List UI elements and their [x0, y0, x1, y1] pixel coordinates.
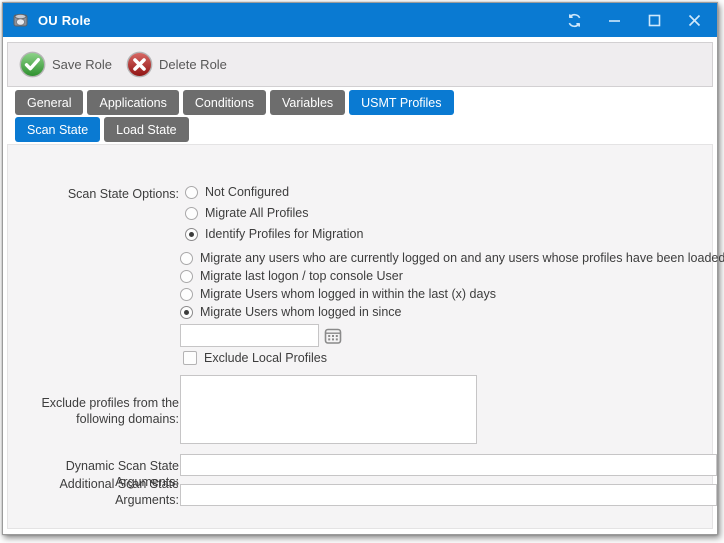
exclude-local-profiles-checkbox[interactable]: Exclude Local Profiles — [183, 349, 327, 367]
tab-scan-state[interactable]: Scan State — [15, 117, 100, 142]
save-role-button[interactable]: Save Role — [19, 51, 112, 78]
tab-usmt-profiles[interactable]: USMT Profiles — [349, 90, 453, 115]
delete-role-label: Delete Role — [159, 57, 227, 72]
ou-role-dialog: OU Role — [2, 2, 718, 535]
dynamic-scan-state-arguments-input[interactable] — [180, 454, 717, 476]
delete-role-button[interactable]: Delete Role — [126, 51, 227, 78]
close-icon[interactable] — [683, 9, 705, 31]
server-icon — [12, 11, 30, 29]
radio-icon — [185, 228, 198, 241]
tab-applications[interactable]: Applications — [87, 90, 178, 115]
scan-state-options-label: Scan State Options: — [16, 186, 179, 202]
minimize-icon[interactable] — [603, 9, 625, 31]
refresh-icon[interactable] — [563, 9, 585, 31]
tab-load-state[interactable]: Load State — [104, 117, 188, 142]
radio-icon — [185, 207, 198, 220]
logged-in-since-date-input[interactable] — [180, 324, 319, 347]
calendar-icon[interactable] — [323, 326, 342, 345]
toolbar: Save Role Delete Role — [7, 42, 713, 87]
save-role-label: Save Role — [52, 57, 112, 72]
window-title: OU Role — [38, 13, 91, 28]
checkbox-icon — [183, 351, 197, 365]
tab-conditions[interactable]: Conditions — [183, 90, 266, 115]
radio-identify-profiles[interactable]: Identify Profiles for Migration — [185, 225, 363, 243]
radio-migrate-last-x-days[interactable]: Migrate Users whom logged in within the … — [180, 285, 496, 303]
radio-migrate-logged-on-users[interactable]: Migrate any users who are currently logg… — [180, 249, 724, 267]
tab-general[interactable]: General — [15, 90, 83, 115]
radio-icon — [180, 306, 193, 319]
usmt-subtabs: Scan State Load State — [15, 117, 189, 142]
cross-circle-icon — [126, 51, 153, 78]
exclude-domains-textarea[interactable] — [180, 375, 477, 444]
additional-args-label: Additional Scan State Arguments: — [16, 476, 179, 508]
radio-migrate-since[interactable]: Migrate Users whom logged in since — [180, 303, 401, 321]
check-circle-icon — [19, 51, 46, 78]
radio-icon — [185, 186, 198, 199]
radio-icon — [180, 252, 193, 265]
maximize-icon[interactable] — [643, 9, 665, 31]
additional-scan-state-arguments-input[interactable] — [180, 484, 717, 506]
main-tabs: General Applications Conditions Variable… — [15, 90, 454, 115]
exclude-domains-label: Exclude profiles from the following doma… — [16, 395, 179, 427]
titlebar: OU Role — [3, 3, 717, 37]
radio-icon — [180, 270, 193, 283]
radio-migrate-all-profiles[interactable]: Migrate All Profiles — [185, 204, 309, 222]
radio-migrate-last-logon[interactable]: Migrate last logon / top console User — [180, 267, 403, 285]
tab-variables[interactable]: Variables — [270, 90, 345, 115]
radio-icon — [180, 288, 193, 301]
scan-state-panel: Scan State Options: Not Configured Migra… — [7, 144, 713, 529]
radio-not-configured[interactable]: Not Configured — [185, 183, 289, 201]
